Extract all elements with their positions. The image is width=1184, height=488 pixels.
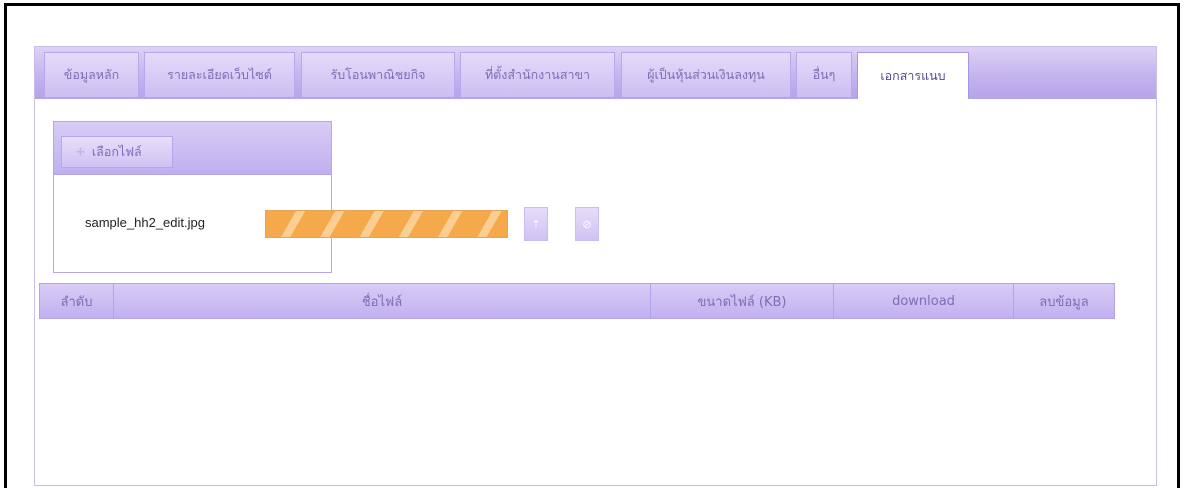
col-file-size: ขนาดไฟล์ (KB) (651, 284, 834, 318)
start-upload-button[interactable]: ⇡ (524, 207, 548, 241)
tab-bar: ข้อมูลหลัก รายละเอียดเว็บไซต์ รับโอนพาณิ… (35, 47, 1156, 99)
uploaded-file-name: sample_hh2_edit.jpg (85, 215, 205, 230)
tab-attachments[interactable]: เอกสารแนบ (857, 52, 969, 99)
upload-progress-bar (265, 210, 508, 238)
col-order: ลำดับ (40, 284, 114, 318)
window-frame: ข้อมูลหลัก รายละเอียดเว็บไซต์ รับโอนพาณิ… (4, 3, 1180, 488)
main-panel: ข้อมูลหลัก รายละเอียดเว็บไซต์ รับโอนพาณิ… (34, 46, 1157, 486)
col-download: download (834, 284, 1014, 318)
tab-shareholders[interactable]: ผู้เป็นหุ้นส่วนเงินลงทุน (621, 52, 791, 97)
file-uploader: + เลือกไฟล์ (53, 121, 332, 273)
col-delete: ลบข้อมูล (1014, 284, 1115, 318)
tab-branch-offices[interactable]: ที่ตั้งสำนักงานสาขา (460, 52, 615, 97)
attachments-table-body (39, 319, 1115, 479)
choose-file-button[interactable]: + เลือกไฟล์ (61, 136, 173, 168)
cancel-upload-button[interactable]: ⊘ (575, 207, 599, 241)
tab-main-info[interactable]: ข้อมูลหลัก (44, 52, 139, 97)
uploader-header: + เลือกไฟล์ (54, 122, 331, 175)
choose-file-label: เลือกไฟล์ (91, 144, 142, 159)
tab-website-details[interactable]: รายละเอียดเว็บไซต์ (144, 52, 295, 97)
upload-icon: ⇡ (531, 217, 541, 231)
plus-icon: + (75, 144, 86, 160)
tab-others[interactable]: อื่นๆ (796, 52, 852, 97)
tab-commerce-transfer[interactable]: รับโอนพาณิชยกิจ (301, 52, 455, 97)
col-file-name: ชื่อไฟล์ (114, 284, 651, 318)
attachments-table-header: ลำดับ ชื่อไฟล์ ขนาดไฟล์ (KB) download ลบ… (39, 283, 1115, 319)
cancel-icon: ⊘ (582, 217, 592, 231)
